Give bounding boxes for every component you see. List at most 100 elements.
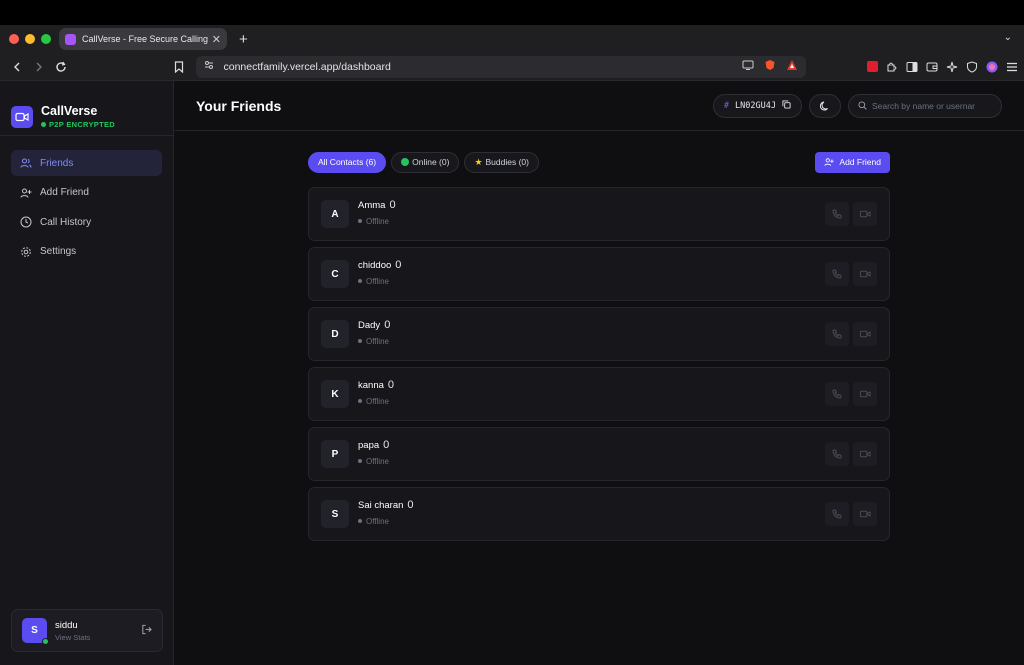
contact-avatar: D — [321, 320, 349, 348]
url-field[interactable]: connectfamily.vercel.app/dashboard — [195, 55, 807, 78]
maximize-window-button[interactable] — [41, 34, 51, 44]
contact-card[interactable]: C chiddoo 0 Offline — [308, 247, 890, 301]
cast-icon[interactable] — [742, 60, 754, 73]
video-camera-icon — [859, 510, 871, 518]
contact-card[interactable]: P papa 0 Offline — [308, 427, 890, 481]
contact-status: Offline — [366, 276, 389, 286]
voice-call-button[interactable] — [825, 262, 849, 286]
brave-rewards-icon[interactable] — [786, 59, 798, 74]
filter-buddies[interactable]: ★ Buddies (0) — [464, 151, 539, 173]
video-camera-icon — [859, 210, 871, 218]
reload-icon[interactable] — [50, 56, 72, 78]
sidebar-item-add-friend[interactable]: Add Friend — [11, 180, 162, 206]
sidebar-nav: Friends Add Friend Call History Settings — [0, 136, 173, 265]
sidebar-item-settings[interactable]: Settings — [11, 239, 162, 265]
add-friend-button[interactable]: Add Friend — [815, 151, 890, 173]
tab-title: CallVerse - Free Secure Calling — [82, 34, 208, 44]
filter-all-contacts[interactable]: All Contacts (6) — [308, 151, 387, 173]
filter-bar: All Contacts (6) Online (0) ★ Buddies (0… — [308, 151, 890, 173]
video-camera-icon — [859, 390, 871, 398]
bookmark-icon[interactable] — [168, 56, 190, 78]
add-friend-label: Add Friend — [839, 157, 881, 167]
friend-code-pill[interactable]: # LN02GU4J — [712, 93, 802, 118]
sidebar-item-call-history[interactable]: Call History — [11, 209, 162, 235]
contact-name: Amma — [358, 199, 386, 211]
video-call-button[interactable] — [853, 202, 877, 226]
sidebar-item-label: Call History — [40, 216, 92, 228]
contact-initial: S — [331, 508, 339, 520]
filter-online[interactable]: Online (0) — [391, 151, 460, 173]
sidebar-toggle-icon[interactable] — [906, 61, 918, 73]
contact-avatar: C — [321, 260, 349, 288]
voice-call-button[interactable] — [825, 382, 849, 406]
contact-count: 0 — [387, 378, 395, 391]
video-camera-icon — [859, 270, 871, 278]
tab-close-icon[interactable]: ✕ — [212, 33, 221, 46]
view-stats-link[interactable]: View Stats — [55, 633, 141, 642]
user-plus-icon — [824, 158, 834, 166]
theme-toggle-button[interactable] — [809, 93, 841, 118]
contact-initial: A — [331, 208, 339, 220]
phone-icon — [832, 509, 842, 519]
contact-status: Offline — [366, 516, 389, 526]
browser-address-bar: connectfamily.vercel.app/dashboard — [0, 53, 1024, 81]
status-dot-icon — [358, 459, 362, 463]
window-controls — [0, 34, 51, 44]
sidebar-item-friends[interactable]: Friends — [11, 150, 162, 176]
copy-icon[interactable] — [782, 99, 791, 112]
search-input[interactable] — [872, 100, 990, 111]
contact-name: Dady — [358, 319, 381, 331]
forward-icon[interactable] — [28, 56, 50, 78]
profile-icon[interactable] — [986, 61, 998, 73]
contact-card[interactable]: D Dady 0 Offline — [308, 307, 890, 361]
star-icon: ★ — [474, 156, 483, 167]
leo-ai-icon[interactable] — [946, 61, 958, 73]
online-dot-icon — [401, 158, 410, 166]
contact-initial: K — [331, 388, 339, 400]
close-window-button[interactable] — [9, 34, 19, 44]
sidebar-item-label: Settings — [40, 246, 77, 257]
logout-icon[interactable] — [141, 622, 152, 640]
video-call-button[interactable] — [853, 382, 877, 406]
brand-header: CallVerse P2P ENCRYPTED — [0, 81, 173, 136]
encryption-badge: P2P ENCRYPTED — [41, 120, 115, 129]
new-tab-icon[interactable]: + — [239, 31, 248, 48]
contact-count: 0 — [407, 498, 414, 511]
video-call-button[interactable] — [853, 502, 877, 526]
contact-status: Offline — [366, 336, 389, 346]
voice-call-button[interactable] — [825, 202, 849, 226]
browser-tab[interactable]: CallVerse - Free Secure Calling ✕ — [59, 28, 227, 50]
minimize-window-button[interactable] — [25, 34, 35, 44]
contact-initial: C — [331, 268, 339, 280]
video-call-button[interactable] — [853, 442, 877, 466]
contact-card[interactable]: K kanna 0 Offline — [308, 367, 890, 421]
red-extension-icon[interactable] — [866, 61, 878, 73]
video-call-button[interactable] — [853, 262, 877, 286]
site-settings-icon[interactable] — [204, 60, 214, 73]
wallet-icon[interactable] — [926, 61, 938, 73]
video-call-button[interactable] — [853, 322, 877, 346]
search-box[interactable] — [848, 93, 1002, 118]
phone-icon — [832, 389, 842, 399]
user-card[interactable]: S siddu View Stats — [11, 609, 163, 652]
tab-list-chevron-icon[interactable]: ⌄ — [1004, 32, 1012, 43]
url-text: connectfamily.vercel.app/dashboard — [223, 60, 391, 73]
voice-call-button[interactable] — [825, 322, 849, 346]
contact-card[interactable]: S Sai charan 0 Offline — [308, 487, 890, 541]
extensions-puzzle-icon[interactable] — [886, 61, 898, 73]
back-icon[interactable] — [6, 56, 28, 78]
voice-call-button[interactable] — [825, 442, 849, 466]
menu-icon[interactable] — [1006, 61, 1018, 73]
video-camera-logo-icon — [11, 105, 33, 128]
friends-section: All Contacts (6) Online (0) ★ Buddies (0… — [308, 151, 890, 547]
user-name: siddu — [55, 619, 78, 631]
brave-shields-icon[interactable] — [764, 59, 776, 74]
contact-count: 0 — [395, 258, 402, 271]
vpn-shield-icon[interactable] — [966, 60, 978, 73]
contact-card[interactable]: A Amma 0 Offline — [308, 187, 890, 241]
brand-name: CallVerse — [41, 104, 98, 118]
status-dot-icon — [358, 219, 362, 223]
voice-call-button[interactable] — [825, 502, 849, 526]
online-dot-icon — [42, 638, 49, 645]
contact-list: A Amma 0 Offline C chiddoo 0 Offline D D… — [308, 187, 890, 541]
